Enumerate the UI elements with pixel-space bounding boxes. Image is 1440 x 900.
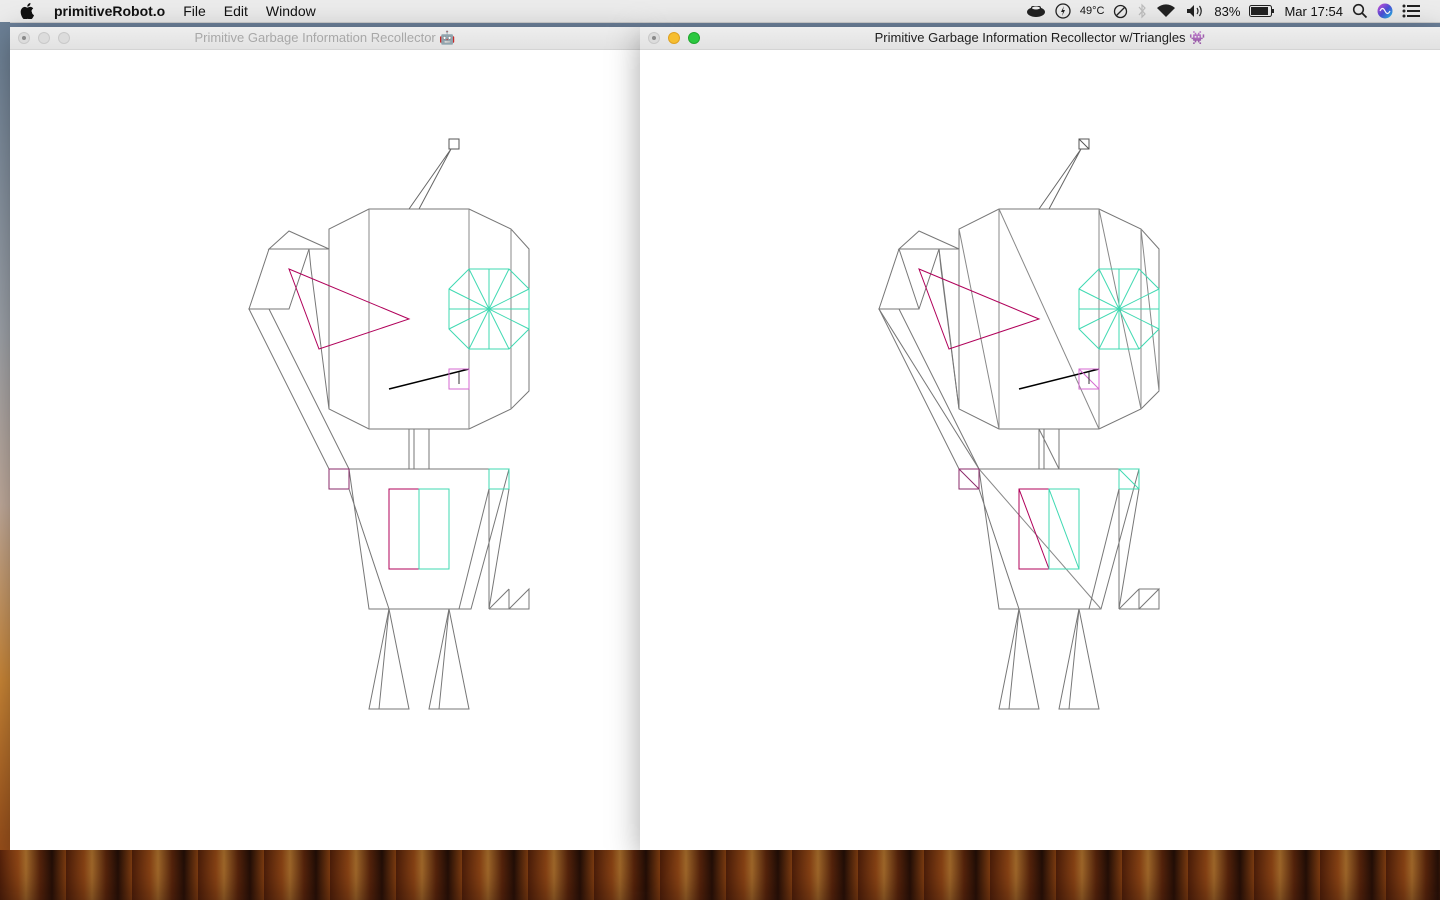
temperature-readout[interactable]: 49°C — [1080, 5, 1105, 17]
neck — [408, 428, 430, 470]
triangles-drawing-canvas — [878, 138, 1160, 710]
ear — [267, 230, 330, 250]
zoom-button[interactable] — [688, 32, 700, 44]
leg-line — [1008, 608, 1020, 710]
battery-percent[interactable]: 83% — [1214, 4, 1240, 19]
chest-left — [388, 488, 420, 570]
chest-right — [418, 488, 450, 570]
body-diagonal — [978, 468, 1102, 610]
menu-file[interactable]: File — [183, 3, 206, 19]
antenna-tip — [448, 138, 460, 150]
antenna — [408, 148, 452, 210]
wifi-icon[interactable] — [1156, 4, 1176, 18]
menu-window[interactable]: Window — [266, 3, 316, 19]
body-line — [978, 488, 1020, 610]
shoulder-diagonal — [958, 468, 980, 490]
minimize-button[interactable] — [668, 32, 680, 44]
battery-icon[interactable] — [1249, 5, 1275, 17]
head-triangle-diagonal — [1140, 228, 1160, 392]
body — [978, 468, 1140, 610]
siri-icon[interactable] — [1377, 3, 1393, 19]
minimize-button[interactable] — [38, 32, 50, 44]
head-triangle-diagonal — [998, 208, 1100, 430]
app-menu[interactable]: primitiveRobot.o — [54, 3, 165, 19]
zoom-button[interactable] — [58, 32, 70, 44]
body-line — [458, 488, 490, 610]
window-triangles-titlebar[interactable]: Primitive Garbage Information Recollecto… — [640, 27, 1440, 50]
volume-icon[interactable] — [1185, 4, 1205, 18]
energy-icon[interactable] — [1055, 3, 1071, 19]
bluetooth-icon[interactable] — [1137, 3, 1147, 19]
robot-drawing-canvas — [248, 138, 530, 710]
notification-center-icon[interactable] — [1402, 4, 1420, 18]
cpu-monitor-icon[interactable] — [1026, 4, 1046, 18]
head-triangle-diagonal — [958, 228, 1000, 430]
leg-left — [998, 608, 1040, 710]
window-robot-triangles[interactable]: Primitive Garbage Information Recollecto… — [640, 27, 1440, 850]
body-line — [348, 488, 390, 610]
body-line — [1088, 488, 1120, 610]
clock[interactable]: Mar 17:54 — [1284, 4, 1343, 19]
leg-line — [438, 608, 450, 710]
desktop-wallpaper-bottom — [0, 850, 1440, 900]
do-not-disturb-icon[interactable] — [1113, 4, 1128, 19]
leg-right — [428, 608, 470, 710]
apple-icon[interactable] — [20, 3, 36, 19]
leg-line — [378, 608, 390, 710]
window-title: Primitive Garbage Information Recollecto… — [874, 30, 1206, 45]
window-title: Primitive Garbage Information Recollecto… — [194, 30, 456, 45]
shoulder-left — [328, 468, 350, 490]
window-robot-titlebar[interactable]: Primitive Garbage Information Recollecto… — [10, 27, 640, 50]
chest-diagonal — [1018, 488, 1050, 570]
eye-left — [918, 268, 1041, 350]
arm-diagonal — [898, 248, 920, 310]
antenna — [1038, 148, 1082, 210]
leg-left — [368, 608, 410, 710]
robot-figure — [248, 138, 530, 710]
mouth — [1018, 368, 1100, 390]
antenna-tip-diagonal — [1078, 138, 1090, 150]
arm-lower — [248, 308, 350, 470]
leg-line — [1068, 608, 1080, 710]
eye-left — [288, 268, 411, 350]
robot-triangles-figure — [878, 138, 1160, 710]
menu-edit[interactable]: Edit — [224, 3, 248, 19]
desktop-wallpaper-left — [0, 22, 10, 900]
spotlight-search-icon[interactable] — [1352, 3, 1368, 19]
body — [348, 468, 510, 610]
arm-diagonal — [878, 308, 980, 470]
status-area: 49°C 83% Mar 17:54 — [1026, 3, 1420, 19]
arm-upper — [248, 248, 310, 310]
mouth — [388, 368, 470, 390]
leg-right — [1058, 608, 1100, 710]
window-robot[interactable]: Primitive Garbage Information Recollecto… — [10, 27, 640, 850]
head — [328, 208, 530, 430]
close-button[interactable] — [648, 32, 660, 44]
ear — [897, 230, 960, 250]
menu-bar: primitiveRobot.o File Edit Window 49°C 8… — [0, 0, 1440, 23]
neck-diagonal — [1038, 428, 1060, 470]
chest-diagonal — [1048, 488, 1080, 570]
close-button[interactable] — [18, 32, 30, 44]
head — [958, 208, 1160, 430]
eye-right — [448, 268, 530, 350]
